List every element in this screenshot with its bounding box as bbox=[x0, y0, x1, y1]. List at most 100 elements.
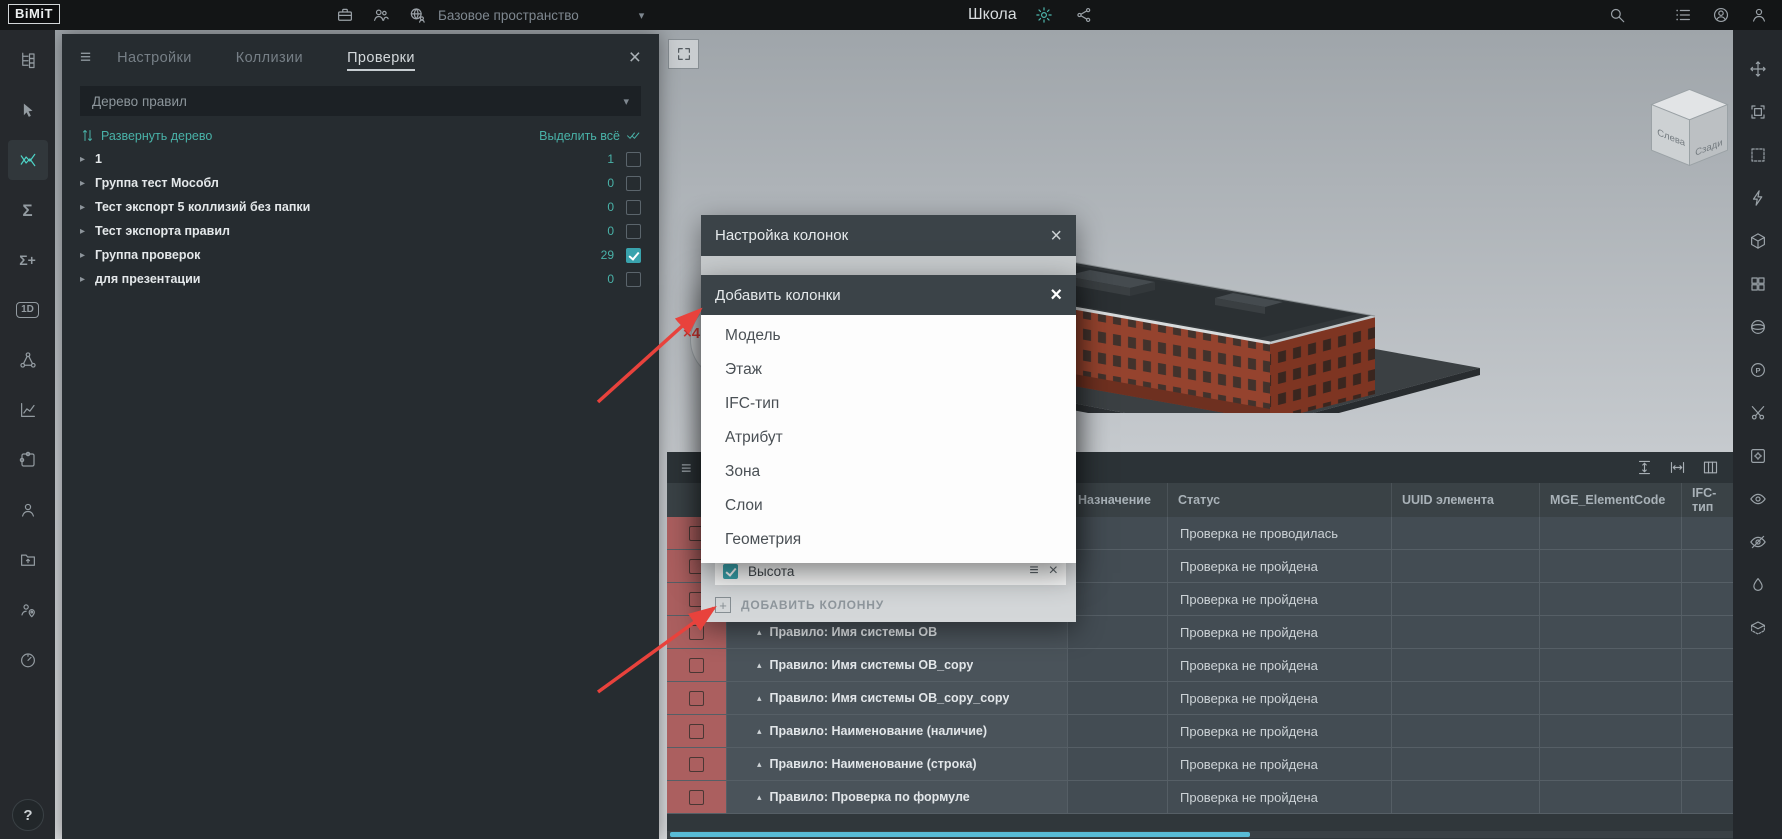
quick-section-tool[interactable] bbox=[1741, 183, 1775, 213]
header-mge-elementcode[interactable]: MGE_ElementCode bbox=[1540, 483, 1682, 517]
tree-item-checkbox[interactable] bbox=[626, 200, 641, 215]
row-select-cell[interactable] bbox=[667, 715, 727, 747]
search-icon[interactable] bbox=[1604, 2, 1630, 28]
collapse-icon[interactable]: ▴ bbox=[757, 693, 762, 704]
view-properties-tool[interactable] bbox=[1741, 441, 1775, 471]
navigation-cube[interactable]: Слева Сзади bbox=[1637, 78, 1742, 173]
rule-tree-selector[interactable]: Дерево правил ▾ bbox=[80, 86, 641, 116]
caret-right-icon[interactable]: ▸ bbox=[80, 202, 95, 213]
menu-list-icon[interactable] bbox=[1670, 2, 1696, 28]
users-tool[interactable] bbox=[8, 490, 48, 530]
row-checkbox[interactable] bbox=[689, 691, 704, 706]
add-column-button[interactable]: + ДОБАВИТЬ КОЛОННУ bbox=[715, 592, 884, 618]
collapse-icon[interactable]: ▴ bbox=[757, 627, 762, 638]
project-settings-icon[interactable] bbox=[1031, 2, 1057, 28]
tree-item-checkbox[interactable] bbox=[626, 176, 641, 191]
panel-close-icon[interactable]: × bbox=[629, 47, 641, 68]
zoom-window-tool[interactable] bbox=[1741, 97, 1775, 127]
app-logo[interactable]: BiMiT bbox=[8, 4, 60, 24]
fit-rows-icon[interactable] bbox=[1636, 459, 1653, 476]
share-icon[interactable] bbox=[1071, 2, 1097, 28]
fit-columns-icon[interactable] bbox=[1669, 459, 1686, 476]
header-status[interactable]: Статус bbox=[1168, 483, 1392, 517]
tree-item-checkbox[interactable] bbox=[626, 248, 641, 263]
checks-tool[interactable]: Σ bbox=[8, 190, 48, 230]
collapse-icon[interactable]: ▴ bbox=[757, 759, 762, 770]
row-checkbox[interactable] bbox=[689, 757, 704, 772]
account-icon[interactable] bbox=[1708, 2, 1734, 28]
caret-right-icon[interactable]: ▸ bbox=[80, 226, 95, 237]
row-select-cell[interactable] bbox=[667, 748, 727, 780]
fit-to-screen-button[interactable] bbox=[668, 39, 699, 69]
charts-tool[interactable] bbox=[8, 390, 48, 430]
close-icon[interactable]: × bbox=[1050, 226, 1062, 246]
tree-item[interactable]: ▸ для презентации 0 bbox=[62, 267, 659, 291]
hide-elements-tool[interactable] bbox=[1741, 527, 1775, 557]
select-all-button[interactable]: Выделить всё bbox=[539, 128, 641, 143]
tab-settings[interactable]: Настройки bbox=[117, 36, 192, 78]
dashboard-tool[interactable] bbox=[8, 640, 48, 680]
close-icon[interactable]: × bbox=[1050, 285, 1062, 305]
model-tree-tool[interactable] bbox=[8, 40, 48, 80]
header-naznachenie[interactable]: Назначение bbox=[1068, 483, 1168, 517]
remove-column-icon[interactable]: × bbox=[1049, 563, 1058, 579]
add-column-option[interactable]: Модель bbox=[701, 319, 1076, 353]
select-area-tool[interactable] bbox=[1741, 140, 1775, 170]
tree-item[interactable]: ▸ Группа тест Мособл 0 bbox=[62, 171, 659, 195]
tab-checks[interactable]: Проверки bbox=[347, 36, 415, 78]
caret-right-icon[interactable]: ▸ bbox=[80, 250, 95, 261]
tree-item-checkbox[interactable] bbox=[626, 152, 641, 167]
collapse-icon[interactable]: ▴ bbox=[757, 660, 762, 671]
add-column-option[interactable]: Геометрия bbox=[701, 523, 1076, 557]
projects-icon[interactable] bbox=[332, 2, 358, 28]
select-tool[interactable] bbox=[8, 90, 48, 130]
table-horizontal-scrollbar[interactable] bbox=[667, 831, 1733, 838]
tree-item-checkbox[interactable] bbox=[626, 272, 641, 287]
header-ifc-type[interactable]: IFC-тип bbox=[1682, 483, 1733, 517]
section-cut-tool[interactable] bbox=[1741, 398, 1775, 428]
add-column-option[interactable]: Слои bbox=[701, 489, 1076, 523]
tab-collisions[interactable]: Коллизии bbox=[236, 36, 303, 78]
add-column-option[interactable]: Этаж bbox=[701, 353, 1076, 387]
team-icon[interactable] bbox=[368, 2, 394, 28]
scrollbar-thumb[interactable] bbox=[670, 832, 1250, 837]
workspace-selector[interactable]: Базовое пространство ▾ bbox=[438, 0, 644, 30]
table-menu-icon[interactable]: ≡ bbox=[681, 459, 692, 477]
column-settings-icon[interactable] bbox=[1702, 459, 1719, 476]
rule-name-cell[interactable]: ▴Правило: Имя системы ОВ_copy_copy bbox=[727, 682, 1068, 714]
viewports-tool[interactable] bbox=[1741, 269, 1775, 299]
caret-right-icon[interactable]: ▸ bbox=[80, 178, 95, 189]
expand-tree-button[interactable]: Развернуть дерево bbox=[80, 128, 212, 143]
user-location-tool[interactable] bbox=[8, 590, 48, 630]
row-checkbox[interactable] bbox=[689, 658, 704, 673]
shared-folders-tool[interactable] bbox=[8, 540, 48, 580]
row-select-cell[interactable] bbox=[667, 781, 727, 813]
profile-icon[interactable] bbox=[1746, 2, 1772, 28]
structure-tool[interactable] bbox=[8, 340, 48, 380]
pan-tool[interactable] bbox=[1741, 54, 1775, 84]
caret-right-icon[interactable]: ▸ bbox=[80, 274, 95, 285]
column-checkbox[interactable] bbox=[723, 564, 738, 579]
collapse-icon[interactable]: ▴ bbox=[757, 726, 762, 737]
caret-right-icon[interactable]: ▸ bbox=[80, 154, 95, 165]
tree-item[interactable]: ▸ Группа проверок 29 bbox=[62, 243, 659, 267]
rule-name-cell[interactable]: ▴Правило: Наименование (наличие) bbox=[727, 715, 1068, 747]
drag-handle-icon[interactable]: ≡ bbox=[1029, 563, 1038, 579]
tree-item[interactable]: ▸ 1 1 bbox=[62, 147, 659, 171]
projection-tool[interactable] bbox=[1741, 355, 1775, 385]
tree-item[interactable]: ▸ Тест экспорта правил 0 bbox=[62, 219, 659, 243]
show-elements-tool[interactable] bbox=[1741, 484, 1775, 514]
add-column-option[interactable]: Атрибут bbox=[701, 421, 1076, 455]
row-checkbox[interactable] bbox=[689, 625, 704, 640]
add-column-option[interactable]: Зона bbox=[701, 455, 1076, 489]
view-1d-tool[interactable]: 1D bbox=[8, 290, 48, 330]
tree-item[interactable]: ▸ Тест экспорт 5 коллизий без папки 0 bbox=[62, 195, 659, 219]
paint-elements-tool[interactable] bbox=[1741, 570, 1775, 600]
help-button[interactable]: ? bbox=[12, 799, 44, 831]
header-uuid[interactable]: UUID элемента bbox=[1392, 483, 1540, 517]
clip-plane-tool[interactable] bbox=[1741, 613, 1775, 643]
row-checkbox[interactable] bbox=[689, 724, 704, 739]
collisions-tool[interactable] bbox=[8, 140, 48, 180]
collapse-icon[interactable]: ▴ bbox=[757, 792, 762, 803]
orbit-tool[interactable] bbox=[1741, 312, 1775, 342]
